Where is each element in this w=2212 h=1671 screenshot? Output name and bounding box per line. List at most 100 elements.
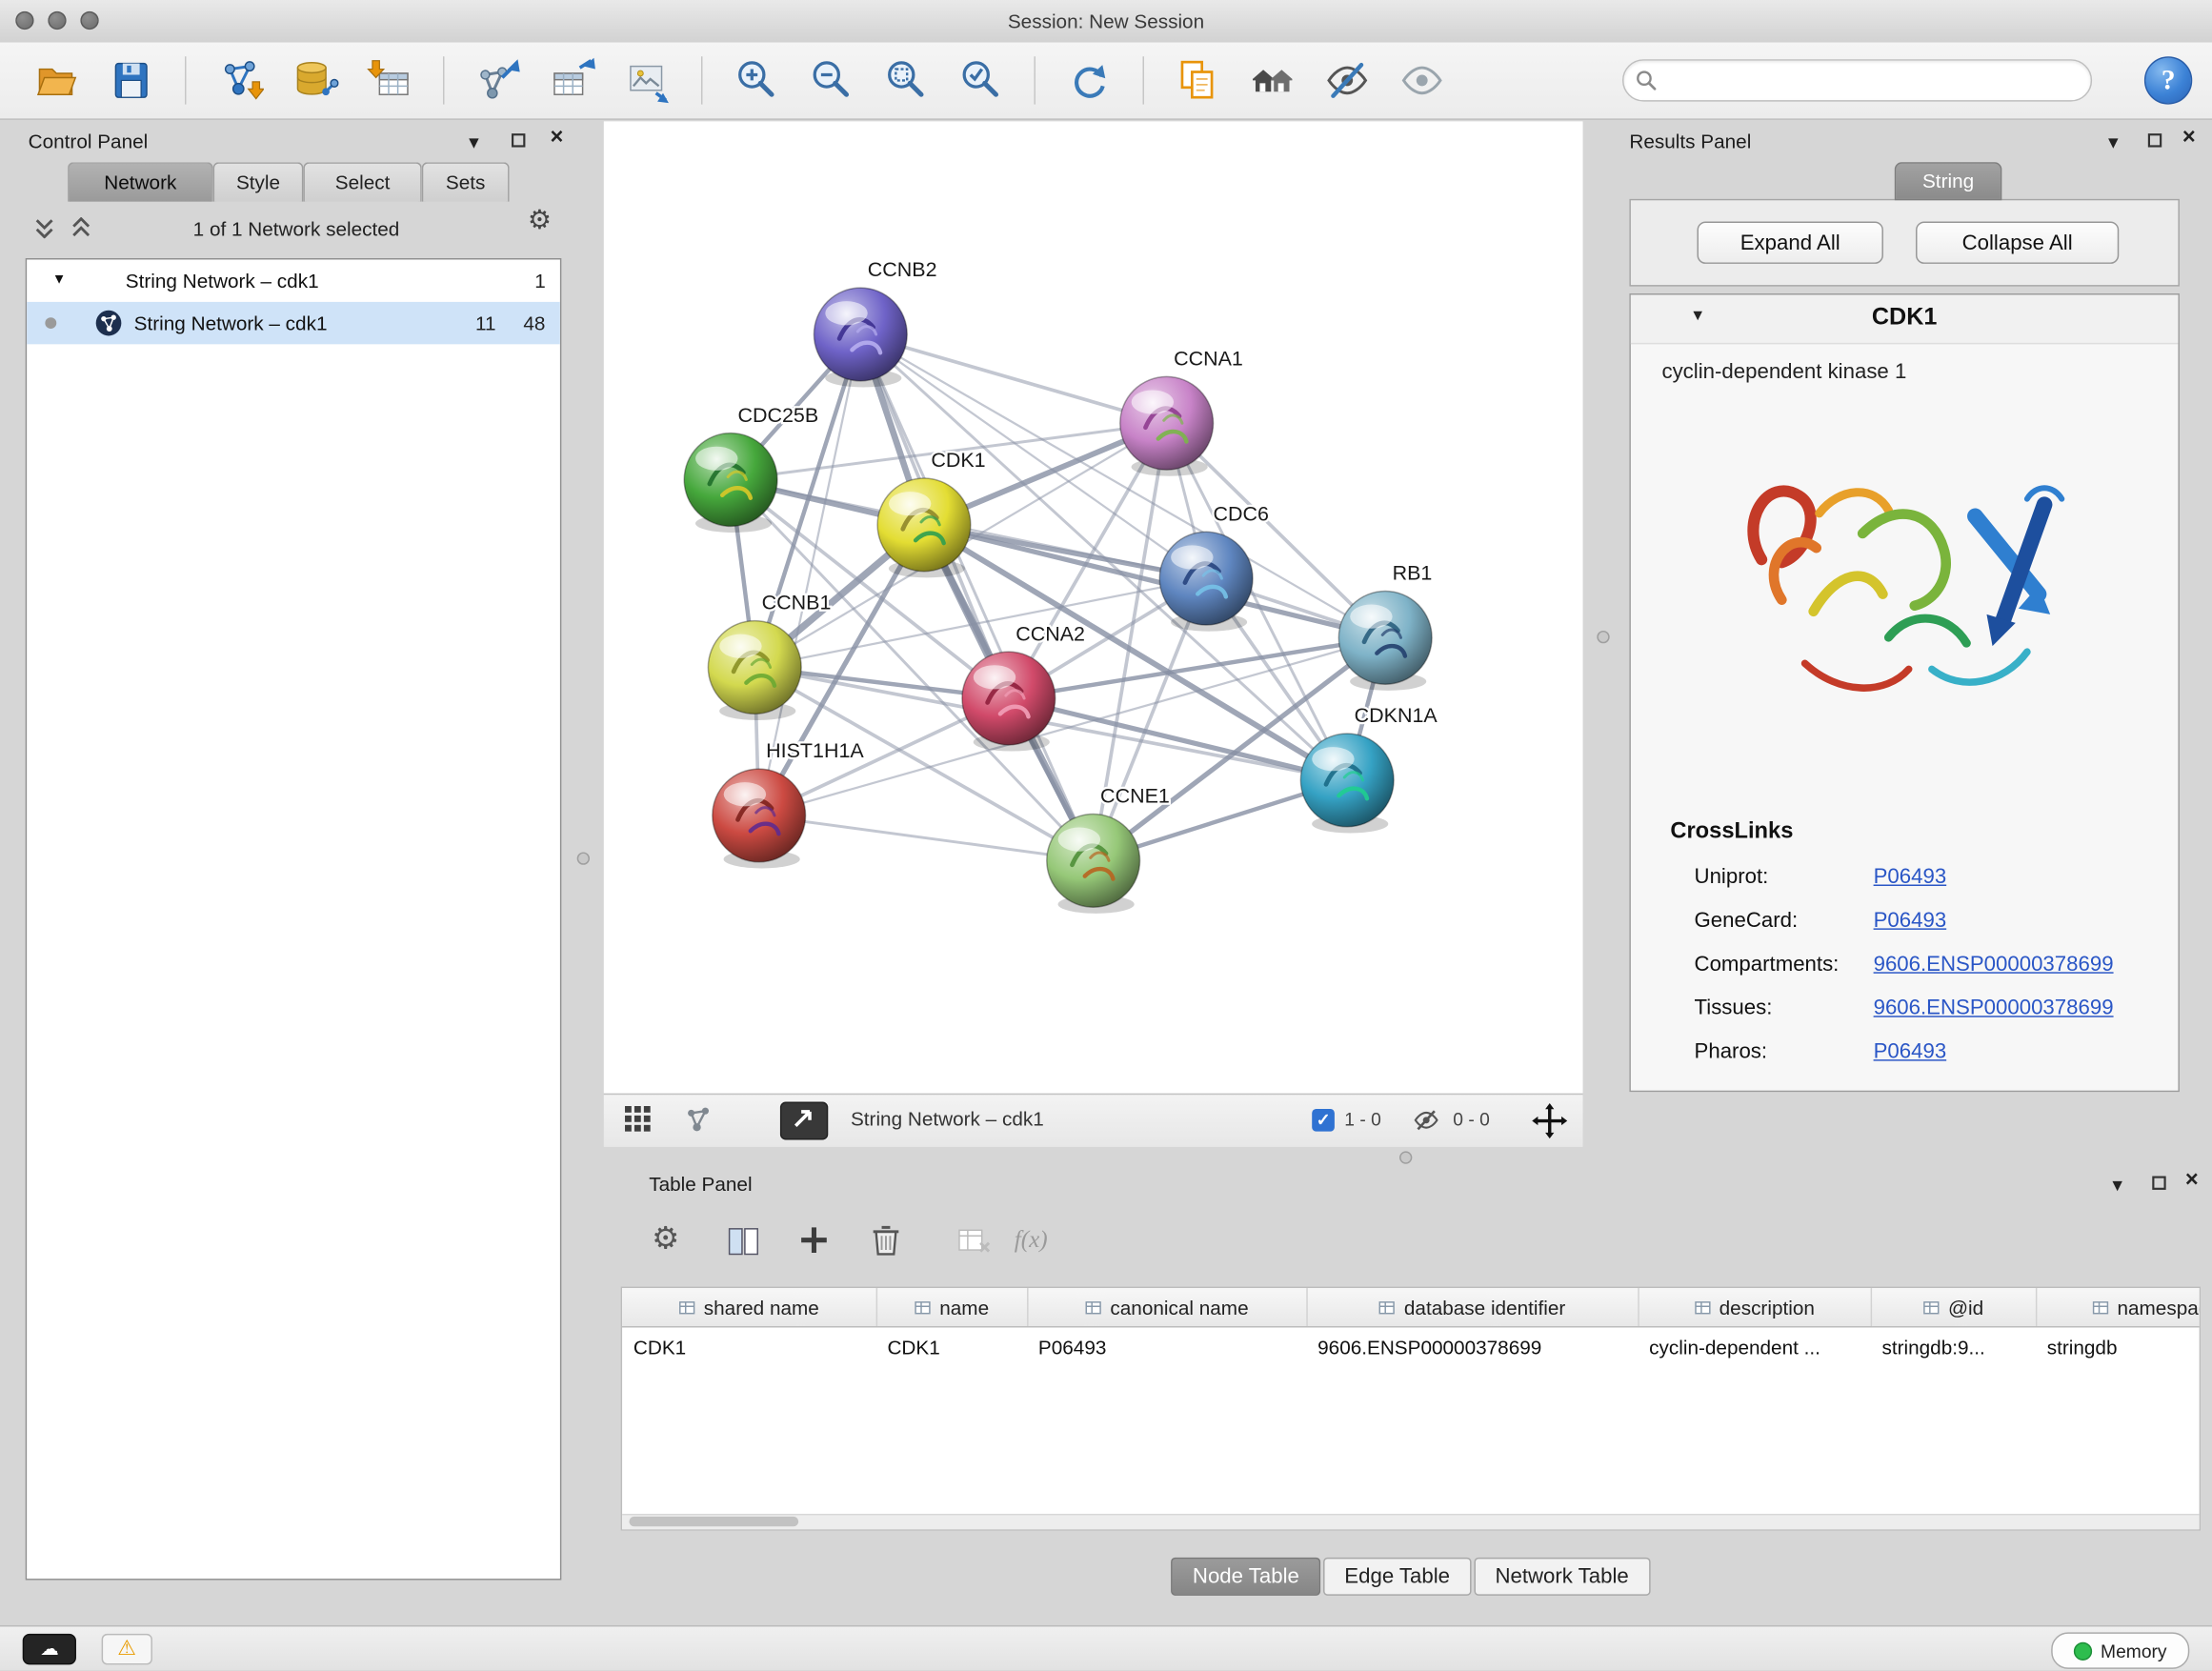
network-edge-HIST1H1A-CCNE1[interactable] (759, 815, 1094, 860)
search-input[interactable] (1622, 59, 2092, 101)
crosslink-genecard-link[interactable]: P06493 (1874, 909, 1947, 933)
open-session-button[interactable] (31, 53, 82, 107)
cell-description[interactable]: cyclin-dependent ... (1638, 1327, 1870, 1366)
cell-name[interactable]: CDK1 (876, 1327, 1027, 1366)
crosslink-uniprot-link[interactable]: P06493 (1874, 865, 1947, 889)
network-edge-CCNB2-CCNA1[interactable] (860, 334, 1166, 423)
control-panel-close-icon[interactable]: × (551, 129, 564, 149)
cell-canonical-name[interactable]: P06493 (1027, 1327, 1306, 1366)
tab-select[interactable]: Select (303, 162, 421, 201)
column-header[interactable]: canonical name (1027, 1288, 1306, 1327)
tab-node-table[interactable]: Node Table (1172, 1558, 1320, 1596)
left-splitter-handle[interactable] (577, 852, 590, 864)
column-header[interactable]: name (876, 1288, 1027, 1327)
grid-view-icon[interactable] (624, 1105, 653, 1137)
tab-string[interactable]: String (1895, 162, 2002, 200)
delete-table-icon[interactable] (958, 1227, 993, 1259)
hidden-eye-slash-icon[interactable] (1411, 1106, 1442, 1135)
control-panel-float-icon[interactable] (511, 132, 526, 152)
show-columns-icon[interactable] (727, 1226, 761, 1261)
network-node-CCNB1[interactable] (708, 621, 801, 720)
memory-button[interactable]: Memory (2051, 1632, 2189, 1669)
network-node-CDC6[interactable] (1159, 532, 1253, 631)
collapse-all-networks-icon[interactable] (34, 217, 55, 243)
import-network-file-button[interactable] (214, 53, 265, 107)
control-panel-menu-caret-icon[interactable]: ▼ (466, 132, 483, 152)
delete-column-trash-icon[interactable] (871, 1223, 902, 1261)
cell-shared-name[interactable]: CDK1 (622, 1327, 876, 1366)
table-panel-menu-caret-icon[interactable]: ▼ (2109, 1176, 2126, 1196)
column-header[interactable]: shared name (622, 1288, 876, 1327)
crosslink-pharos-link[interactable]: P06493 (1874, 1039, 1947, 1063)
protein-card-header[interactable]: ▼ CDK1 (1631, 295, 2179, 345)
collapse-all-button[interactable]: Collapse All (1916, 221, 2119, 263)
hide-selected-button[interactable] (1322, 53, 1373, 107)
cloud-status-button[interactable]: ☁ (23, 1634, 76, 1665)
network-options-gear-icon[interactable]: ⚙ (528, 211, 552, 232)
cell-database-identifier[interactable]: 9606.ENSP00000378699 (1306, 1327, 1638, 1366)
tab-sets[interactable]: Sets (422, 162, 510, 201)
results-panel-float-icon[interactable] (2147, 132, 2162, 152)
network-node-HIST1H1A[interactable] (713, 769, 806, 868)
network-graph[interactable]: CCNB2CCNA1CDC25BCDK1CDC6RB1CCNB1CCNA2CDK… (604, 121, 1583, 1093)
table-settings-gear-icon[interactable]: ⚙ (652, 1220, 679, 1258)
import-network-database-button[interactable] (290, 53, 340, 107)
zoom-out-button[interactable] (806, 53, 856, 107)
network-node-CDKN1A[interactable] (1300, 734, 1394, 833)
network-collection-row[interactable]: ▼ String Network – cdk1 1 (27, 259, 560, 301)
cell-id[interactable]: stringdb:9... (1871, 1327, 2036, 1366)
pan-move-icon[interactable] (1532, 1103, 1567, 1142)
tab-network[interactable]: Network (68, 162, 213, 201)
crosslink-tissues-link[interactable]: 9606.ENSP00000378699 (1874, 996, 2114, 1019)
warnings-button[interactable]: ⚠ (102, 1634, 152, 1665)
crosslink-compartments-link[interactable]: 9606.ENSP00000378699 (1874, 953, 2114, 976)
network-node-CCNE1[interactable] (1047, 814, 1140, 913)
table-panel-float-icon[interactable] (2151, 1176, 2166, 1196)
selected-count-checkbox-icon[interactable]: ✓ (1312, 1109, 1335, 1132)
cell-namespace[interactable]: stringdb (2036, 1327, 2201, 1366)
network-node-CDC25B[interactable] (684, 433, 777, 533)
table-horizontal-scrollbar[interactable] (622, 1514, 2200, 1529)
export-table-button[interactable] (548, 53, 598, 107)
zoom-fit-button[interactable] (880, 53, 931, 107)
function-builder-fx-icon[interactable]: f(x) (1015, 1226, 1048, 1255)
table-row[interactable]: CDK1 CDK1 P06493 9606.ENSP00000378699 cy… (622, 1327, 2201, 1366)
scrollbar-thumb[interactable] (629, 1517, 798, 1526)
network-node-RB1[interactable] (1338, 591, 1432, 690)
column-header[interactable]: description (1638, 1288, 1870, 1327)
column-type-icon (1694, 1299, 1711, 1316)
network-share-icon[interactable] (683, 1105, 714, 1140)
refresh-layout-button[interactable] (1064, 53, 1115, 107)
column-header[interactable]: namespace (2036, 1288, 2201, 1327)
first-neighbors-button[interactable] (1247, 53, 1297, 107)
import-table-file-button[interactable] (364, 53, 414, 107)
horizontal-splitter-handle[interactable] (1399, 1151, 1412, 1163)
table-panel-close-icon[interactable]: × (2185, 1171, 2199, 1191)
network-node-CCNA1[interactable] (1120, 376, 1214, 475)
network-node-CDK1[interactable] (877, 478, 971, 577)
column-header[interactable]: database identifier (1306, 1288, 1638, 1327)
tab-network-table[interactable]: Network Table (1474, 1558, 1650, 1596)
save-session-button[interactable] (106, 53, 156, 107)
network-edge-CCNB2-CCNE1[interactable] (860, 334, 1093, 860)
expand-all-networks-icon[interactable] (70, 217, 91, 243)
zoom-selected-button[interactable] (955, 53, 1006, 107)
help-button[interactable]: ? (2144, 56, 2192, 104)
tab-style[interactable]: Style (213, 162, 304, 201)
export-image-button[interactable] (622, 53, 673, 107)
column-header[interactable]: @id (1871, 1288, 2036, 1327)
birdseye-arrow-icon (790, 1106, 818, 1132)
birdseye-view-button[interactable] (780, 1102, 828, 1140)
network-row-selected[interactable]: String Network – cdk1 11 48 (27, 302, 560, 344)
add-column-plus-icon[interactable] (797, 1223, 832, 1261)
zoom-in-button[interactable] (731, 53, 781, 107)
clone-network-button[interactable] (1173, 53, 1223, 107)
results-panel-menu-caret-icon[interactable]: ▼ (2104, 132, 2122, 152)
results-panel-close-icon[interactable]: × (2182, 129, 2196, 149)
right-splitter-handle[interactable] (1597, 631, 1609, 643)
collection-expand-icon[interactable]: ▼ (52, 259, 67, 301)
export-network-button[interactable] (473, 53, 523, 107)
tab-edge-table[interactable]: Edge Table (1323, 1558, 1471, 1596)
expand-all-button[interactable]: Expand All (1697, 221, 1882, 263)
show-all-button[interactable] (1397, 53, 1447, 107)
